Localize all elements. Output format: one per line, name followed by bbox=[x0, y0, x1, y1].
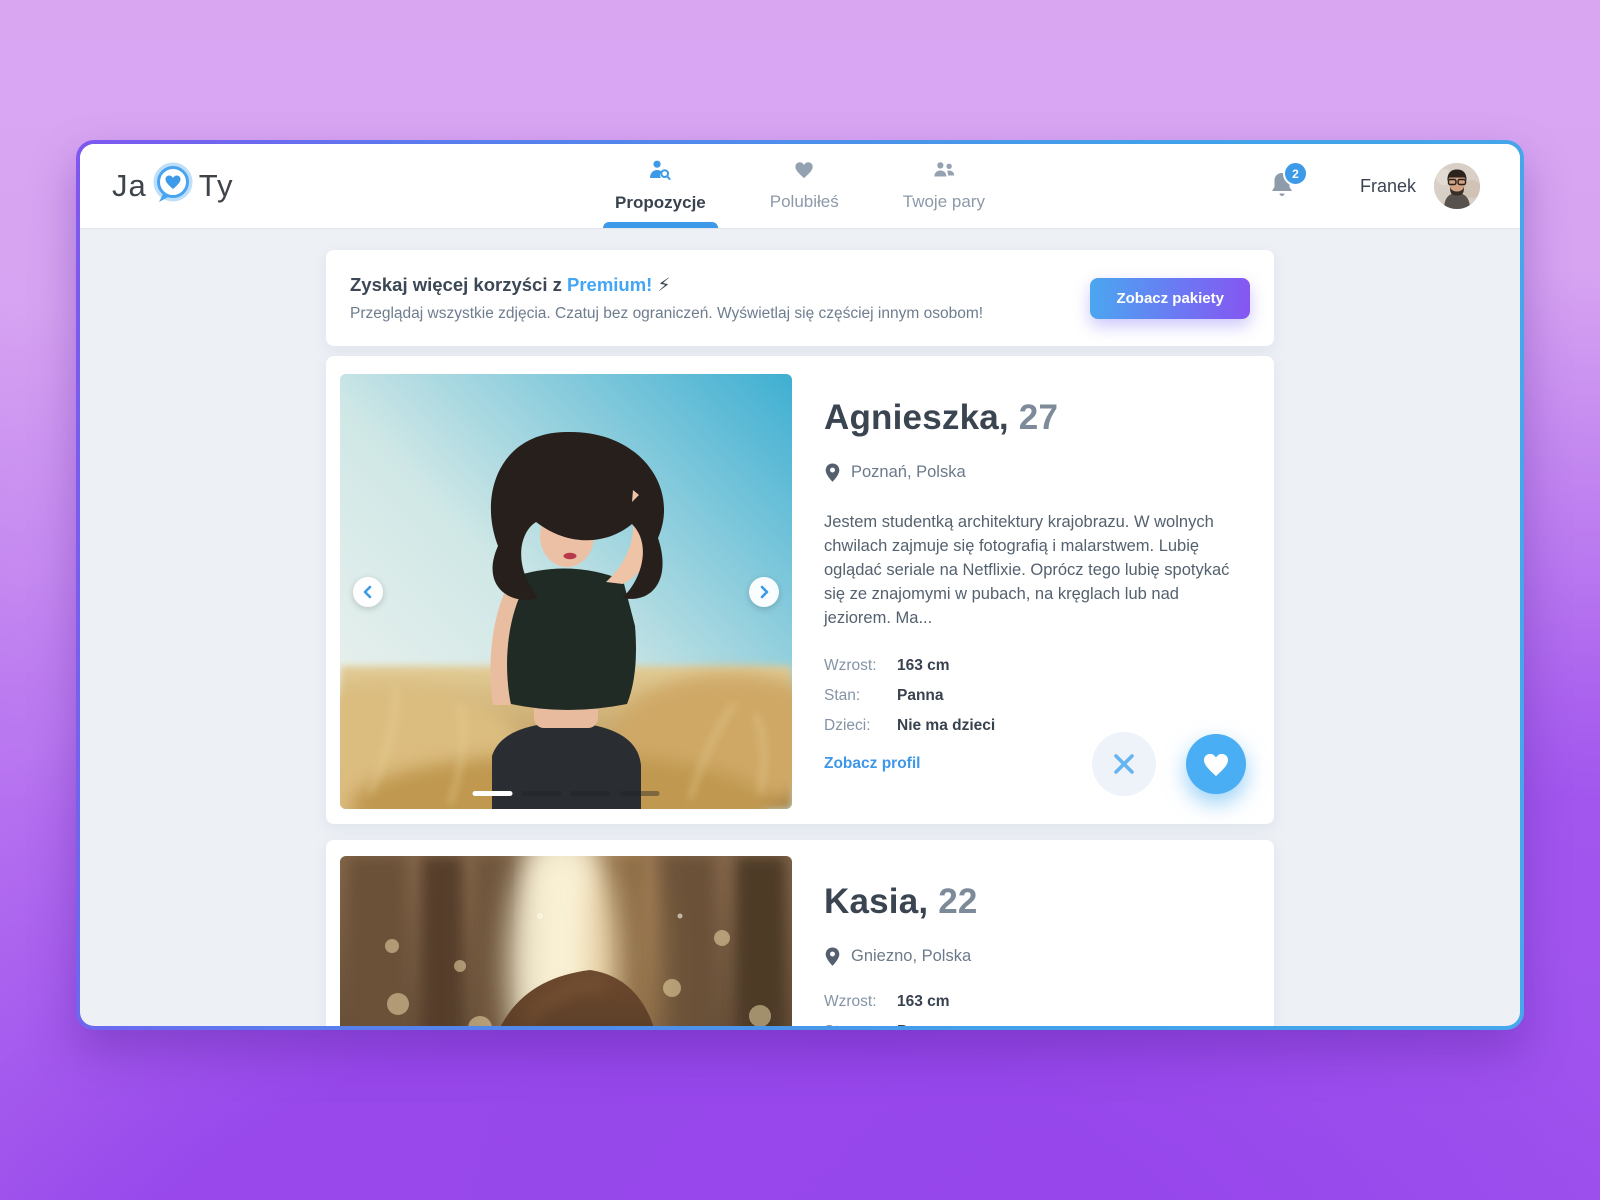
profile-age: 27 bbox=[1018, 398, 1059, 437]
photo-indicator[interactable] bbox=[521, 791, 562, 796]
stat-row: Stan: Panna bbox=[824, 1023, 1248, 1026]
notifications-button[interactable]: 2 bbox=[1268, 161, 1308, 203]
profile-name: Agnieszka, 27 bbox=[824, 398, 1059, 437]
heart-icon bbox=[793, 160, 815, 185]
header-right-section: 2 Franek bbox=[1268, 161, 1480, 209]
profile-details: Agnieszka, 27 Poznań, Polska Jestem stud… bbox=[824, 356, 1248, 824]
content-area: Zyskaj więcej korzyści z Premium! ⚡ Prze… bbox=[80, 228, 1520, 1026]
profile-photo-2 bbox=[340, 856, 792, 1026]
photo-indicator[interactable] bbox=[570, 791, 611, 796]
premium-banner: Zyskaj więcej korzyści z Premium! ⚡ Prze… bbox=[326, 250, 1274, 346]
profile-location: Gniezno, Polska bbox=[824, 946, 1248, 967]
app-window: Ja Ty Propozycje Polubiłeś Twoje pary 2 … bbox=[76, 140, 1524, 1030]
profile-bio: Jestem studentką architektury krajobrazu… bbox=[824, 513, 1230, 628]
profile-age: 22 bbox=[938, 882, 978, 921]
heart-icon bbox=[1203, 753, 1229, 776]
profile-details: Kasia, 22 Gniezno, Polska Wzrost: 163 cm bbox=[824, 840, 1248, 1026]
stat-row: Stan: Panna bbox=[824, 687, 944, 705]
profile-stats: Wzrost: 163 cm Stan: Panna bbox=[824, 993, 1248, 1026]
person-search-icon bbox=[648, 159, 672, 186]
profile-photo-carousel bbox=[340, 856, 792, 1026]
carousel-prev-button[interactable] bbox=[353, 577, 383, 607]
chevron-left-icon bbox=[363, 585, 372, 599]
close-icon bbox=[1114, 754, 1134, 774]
lightning-emoji: ⚡ bbox=[652, 273, 671, 295]
user-avatar[interactable] bbox=[1434, 163, 1480, 209]
see-packages-button[interactable]: Zobacz pakiety bbox=[1090, 277, 1250, 319]
tab-label: Propozycje bbox=[615, 193, 706, 212]
main-navigation: Propozycje Polubiłeś Twoje pary bbox=[595, 144, 1005, 228]
logo-text-right: Ty bbox=[198, 168, 234, 203]
photo-indicators bbox=[472, 791, 660, 796]
tab-label: Twoje pary bbox=[902, 192, 985, 211]
profile-card: Kasia, 22 Gniezno, Polska Wzrost: 163 cm bbox=[326, 840, 1274, 1026]
user-name: Franek bbox=[1359, 175, 1416, 196]
profile-photo-carousel bbox=[340, 374, 792, 809]
location-pin-icon bbox=[825, 947, 840, 966]
premium-highlight: Premium! bbox=[567, 273, 653, 295]
location-pin-icon bbox=[825, 463, 840, 482]
chevron-right-icon bbox=[760, 585, 769, 599]
like-button[interactable] bbox=[1186, 734, 1246, 794]
logo-heart-bubble-icon bbox=[149, 161, 197, 212]
profile-location: Poznań, Polska bbox=[824, 462, 1248, 483]
profile-photo-1 bbox=[340, 374, 792, 809]
stat-row: Wzrost: 163 cm bbox=[824, 657, 950, 675]
app-logo[interactable]: Ja Ty bbox=[112, 161, 233, 212]
photo-indicator[interactable] bbox=[619, 791, 660, 796]
page-background: Ja Ty Propozycje Polubiłeś Twoje pary 2 … bbox=[0, 0, 1600, 1200]
photo-indicator[interactable] bbox=[472, 791, 513, 796]
stat-row: Wzrost: 163 cm bbox=[824, 993, 950, 1010]
tab-polubiles[interactable]: Polubiłeś bbox=[750, 144, 859, 228]
people-icon bbox=[932, 160, 956, 185]
premium-banner-subtitle: Przeglądaj wszystkie zdjęcia. Czatuj bez… bbox=[350, 304, 984, 322]
profile-name: Kasia, 22 bbox=[824, 882, 978, 921]
pass-button[interactable] bbox=[1092, 732, 1156, 796]
app-header: Ja Ty Propozycje Polubiłeś Twoje pary 2 … bbox=[80, 144, 1520, 228]
profile-actions: Zobacz profil bbox=[824, 732, 1246, 796]
view-profile-link[interactable]: Zobacz profil bbox=[824, 755, 920, 773]
tab-label: Polubiłeś bbox=[769, 192, 839, 211]
carousel-next-button[interactable] bbox=[749, 577, 779, 607]
tab-propozycje[interactable]: Propozycje bbox=[595, 144, 726, 228]
profile-card: Agnieszka, 27 Poznań, Polska Jestem stud… bbox=[326, 356, 1274, 824]
logo-text-left: Ja bbox=[112, 168, 147, 203]
profile-stats: Wzrost: 163 cm Stan: Panna Dzieci: Nie m… bbox=[824, 657, 1248, 735]
premium-banner-title: Zyskaj więcej korzyści z Premium! ⚡ bbox=[350, 273, 671, 295]
tab-twoje-pary[interactable]: Twoje pary bbox=[883, 144, 1005, 228]
notification-badge: 2 bbox=[1282, 161, 1308, 186]
